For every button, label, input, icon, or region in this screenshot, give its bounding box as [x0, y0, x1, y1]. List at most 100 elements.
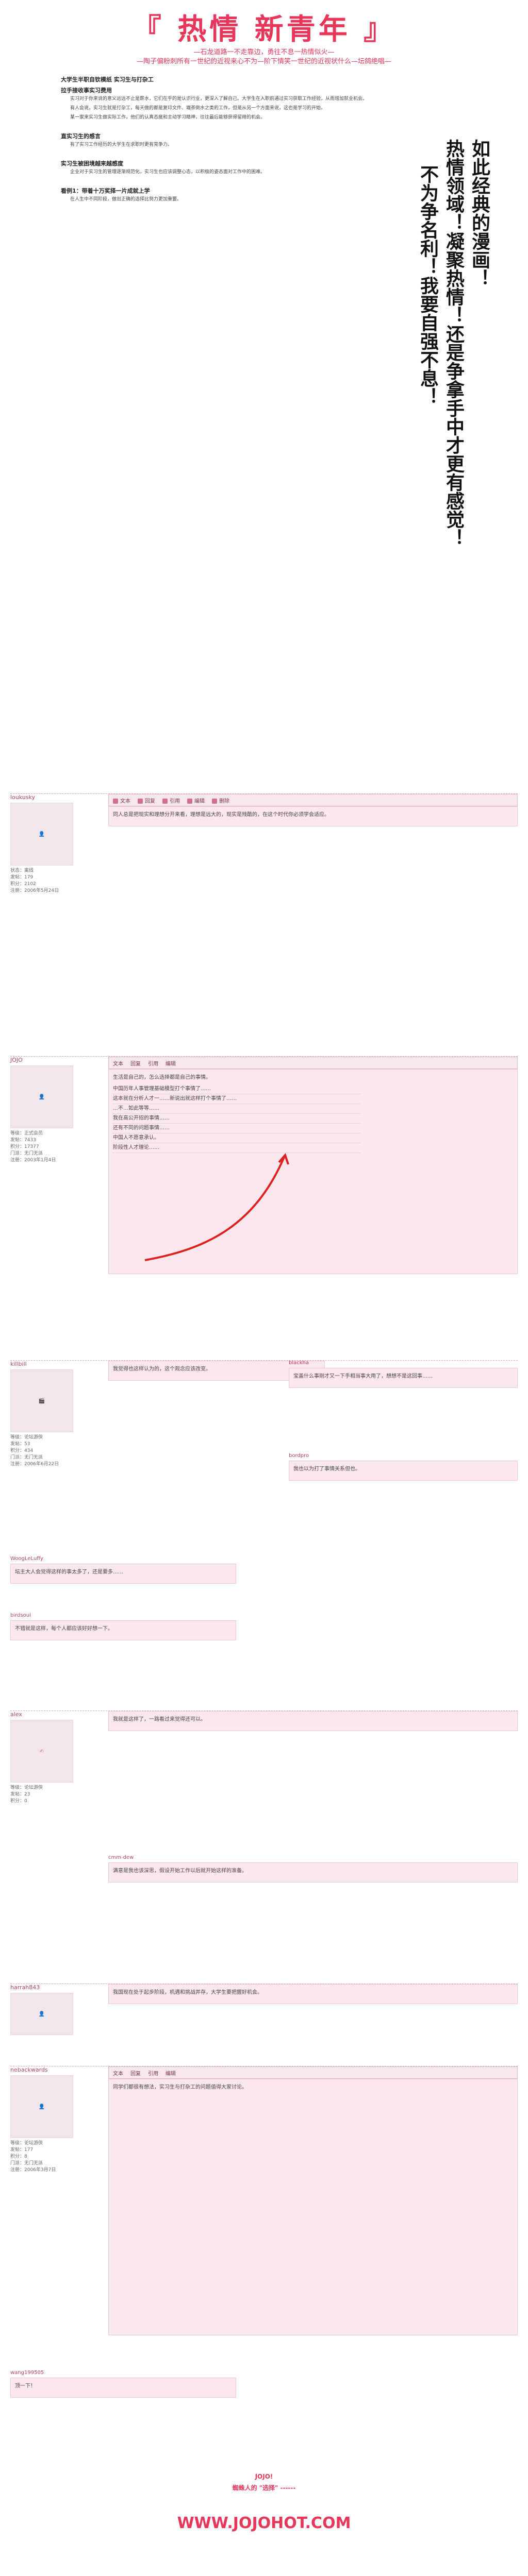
user-meta: 等级：论坛游侠 发帖：177 积分：8 门派：无门无派 注册：2006年3月7日 — [10, 2141, 56, 2173]
forum-post: nebackwards 👤 等级：论坛游侠 发帖：177 积分：8 门派：无门无… — [10, 2066, 518, 2355]
forum-post: wang199505 顶一下！ — [10, 2370, 518, 2398]
delete-icon — [212, 798, 217, 804]
post-body: 不错就是这样，每个人都应该好好想一下。 — [10, 1620, 236, 1640]
forum-post: JOJO 👤 等级：正式会员 发帖：7433 积分：17377 门派：无门无派 … — [10, 1056, 518, 1304]
post-body: 满意是我也该深思，假设开始工作以后就开始这样的准备。 — [108, 1862, 518, 1883]
post-content: 文本 回复 引用 编辑 删除 同人总是把现实和理想分开来看，理想是远大的，现实是… — [108, 794, 518, 826]
slogan-column-1: 如此经典的漫画！ — [469, 139, 490, 287]
post-content: 文本 回复 引用 编辑 同学们都很有想法，实习生与打杂工的问题值得大家讨论。 — [108, 2066, 518, 2335]
post-author: killbill 🎬 等级：论坛游侠 发帖：53 积分：434 门派：无门无派 … — [10, 1361, 98, 1468]
forum-post: loukusky 👤 状态：离线 发帖：179 积分：2102 注册：2006年… — [10, 793, 518, 928]
post-author: harrah843 👤 — [10, 1984, 98, 2035]
article-paragraph: 有了实习工作经历的大学生在求职时更有竞争力。 — [70, 142, 173, 147]
main-article: 大学生半职自钦模纸 实习生与打杂工 拉手接收事实习费用 实习对于你来说的意义远远… — [61, 72, 417, 793]
username[interactable]: WoogLeLuffy — [10, 1556, 518, 1562]
slogan-column-3: 不为争名利！我要自强不息！ — [417, 165, 439, 406]
post-body: 同学们都很有想法，实习生与打杂工的问题值得大家讨论。 — [108, 2079, 518, 2335]
article-paragraph: 企业对于实习生的管理逐渐规范化，实习生也应该调整心态，以积极的姿态面对工作中的困… — [70, 170, 266, 175]
post-body: 我国现在处于起步阶段，机遇和挑战并存，大学生要把握好机会。 — [108, 1984, 518, 2004]
post-body: 生活是自己的，怎么选择都是自己的事情。 中国历年人事管理基础模型打个事情了…… … — [108, 1069, 518, 1274]
username[interactable]: harrah843 — [10, 1984, 98, 1991]
forum-post: alex ✍ 等级：论坛游侠 发帖：23 积分：0 我就是这样了，一路看过来觉得… — [10, 1710, 518, 1845]
toolbar-edit-button[interactable]: 编辑 — [187, 796, 205, 804]
post-toolbar: 文本 回复 引用 编辑 — [108, 2066, 518, 2079]
article-heading-2: 直实习生的感言 — [61, 133, 101, 140]
list-item[interactable]: 中国历年人事管理基础模型打个事情了…… — [113, 1084, 360, 1094]
username[interactable]: killbill — [10, 1361, 98, 1367]
username[interactable]: blackha — [289, 1360, 518, 1366]
username[interactable]: wang199505 — [10, 2370, 518, 2376]
list-item[interactable]: 这本就在分析人才一……新说出就这样打个事情了…… — [113, 1094, 360, 1104]
list-item[interactable]: 中国人不愿意承认。 — [113, 1133, 360, 1143]
post-body: 宝盖什么事刚才又一下手相当事大用了，想想不是这回事…… — [289, 1368, 518, 1388]
message-list: 中国历年人事管理基础模型打个事情了…… 这本就在分析人才一……新说出就这样打个事… — [113, 1084, 360, 1153]
list-item[interactable]: …不…如此等等…… — [113, 1104, 360, 1114]
forum-post: blackha 宝盖什么事刚才又一下手相当事大用了，想想不是这回事…… — [289, 1360, 518, 1388]
article-paragraph: 实习对于你来说的意义远远不止是薪水，它们在乎的是认识行业，更深入了解自己。大学生… — [70, 96, 368, 101]
toolbar-text-button[interactable]: 文本 — [113, 796, 130, 804]
article-paragraph: 某一家来实习生做实际工作，他们的认真态度和主动学习精神，往往最后能够获得留用的机… — [70, 115, 266, 120]
post-content: 我国现在处于起步阶段，机遇和挑战并存，大学生要把握好机会。 — [108, 1984, 518, 2004]
user-meta: 等级：论坛游侠 发帖：23 积分：0 — [10, 1785, 43, 1804]
toolbar-reply-button[interactable]: 回复 — [130, 2069, 141, 2077]
article-heading-4: 看例1：带着十万奖择一片成就上学 — [61, 188, 150, 194]
username[interactable]: alex — [10, 1711, 98, 1718]
post-body: 我也以为打了事情关系但也。 — [289, 1461, 518, 1481]
toolbar-text-button[interactable]: 文本 — [113, 2069, 123, 2077]
username[interactable]: cmm-dew — [108, 1855, 518, 1860]
toolbar-reply-button[interactable]: 回复 — [138, 796, 155, 804]
banner-title: 『 热情 新青年 』 — [132, 12, 396, 46]
post-body: 坛主大人会觉得这样的事太多了，还是要多…… — [10, 1564, 236, 1584]
red-arrow-annotation — [144, 1153, 289, 1261]
article-paragraph: 有人会说，实习生就是打杂工，每天做的都是复印文件、端茶倒水之类的工作，但是从另一… — [70, 106, 326, 111]
slogan-column-2: 热情领域！凝聚热情！还是争拿手中才更有感觉！ — [443, 139, 465, 547]
footer-tagline: JOJO! 蜘蛛人的 "选择" ------ — [232, 2473, 296, 2492]
toolbar-delete-button[interactable]: 删除 — [212, 796, 229, 804]
avatar[interactable]: 👤 — [10, 2075, 73, 2138]
post-body: 同人总是把现实和理想分开来看，理想是远大的，现实是残酷的，在这个时代你必须学会适… — [108, 806, 518, 826]
post-author: loukusky 👤 状态：离线 发帖：179 积分：2102 注册：2006年… — [10, 794, 98, 894]
text-icon — [113, 798, 118, 804]
post-author: JOJO 👤 等级：正式会员 发帖：7433 积分：17377 门派：无门无派 … — [10, 1057, 98, 1164]
avatar[interactable]: 🎬 — [10, 1369, 73, 1432]
toolbar-quote-button[interactable]: 引用 — [148, 1059, 158, 1067]
article-subheading-1: 拉手接收事实习费用 — [61, 87, 112, 94]
avatar[interactable]: 👤 — [10, 1993, 73, 2035]
user-meta: 状态：离线 发帖：179 积分：2102 注册：2006年5月24日 — [10, 868, 59, 893]
article-heading-3: 实习生被困境越来越感度 — [61, 160, 123, 167]
username[interactable]: birdsoul — [10, 1613, 518, 1618]
toolbar-quote-button[interactable]: 引用 — [162, 796, 180, 804]
banner-subline-1: —石龙道路一不走靠边，勇往不息一热情似火— — [193, 48, 335, 56]
toolbar-text-button[interactable]: 文本 — [113, 1059, 123, 1067]
post-body: 我就是这样了，一路看过来觉得还可以。 — [108, 1711, 518, 1731]
toolbar-edit-button[interactable]: 编辑 — [166, 1059, 176, 1067]
forum-post: WoogLeLuffy 坛主大人会觉得这样的事太多了，还是要多…… — [10, 1556, 518, 1584]
username[interactable]: nebackwards — [10, 2066, 98, 2073]
username[interactable]: JOJO — [10, 1057, 98, 1063]
toolbar-edit-button[interactable]: 编辑 — [166, 2069, 176, 2077]
forum-post: bordpro 我也以为打了事情关系但也。 — [289, 1453, 518, 1481]
footer-url[interactable]: WWW.JOJOHOT.COM — [0, 2514, 528, 2532]
list-item[interactable]: 我在高公开招的事情…… — [113, 1114, 360, 1124]
list-item[interactable]: 还有不同的问题事情…… — [113, 1124, 360, 1133]
edit-icon — [187, 798, 192, 804]
toolbar-reply-button[interactable]: 回复 — [130, 1059, 141, 1067]
article-paragraph: 在人生中不同阶段，做出正确的选择比努力更加重要。 — [70, 197, 182, 202]
forum-post: harrah843 👤 我国现在处于起步阶段，机遇和挑战并存，大学生要把握好机会… — [10, 1984, 518, 2061]
user-meta: 等级：论坛游侠 发帖：53 积分：434 门派：无门无派 注册：2006年6月2… — [10, 1435, 59, 1467]
banner-subline-2: —陶子偏粉刺所有一世纪的近视来心不为—阶下情笑一世纪的近视状什么—坛鸽绝唱— — [136, 58, 391, 65]
avatar[interactable]: 👤 — [10, 1065, 73, 1128]
username[interactable]: bordpro — [289, 1453, 518, 1459]
forum-post: cmm-dew 满意是我也该深思，假设开始工作以后就开始这样的准备。 — [108, 1855, 518, 1883]
avatar[interactable]: 👤 — [10, 803, 73, 866]
banner: 『 热情 新青年 』 —石龙道路一不走靠边，勇往不息一热情似火— —陶子偏粉刺所… — [0, 0, 528, 72]
post-toolbar: 文本 回复 引用 编辑 — [108, 1057, 518, 1069]
post-toolbar: 文本 回复 引用 编辑 删除 — [108, 794, 518, 806]
username[interactable]: loukusky — [10, 794, 98, 801]
avatar[interactable]: ✍ — [10, 1720, 73, 1783]
post-author: nebackwards 👤 等级：论坛游侠 发帖：177 积分：8 门派：无门无… — [10, 2066, 98, 2174]
toolbar-quote-button[interactable]: 引用 — [148, 2069, 158, 2077]
post-content: 我就是这样了，一路看过来觉得还可以。 — [108, 1711, 518, 1731]
page: 『 热情 新青年 』 —石龙道路一不走靠边，勇往不息一热情似火— —陶子偏粉刺所… — [0, 0, 528, 2576]
post-body: 顶一下！ — [10, 2378, 236, 2398]
